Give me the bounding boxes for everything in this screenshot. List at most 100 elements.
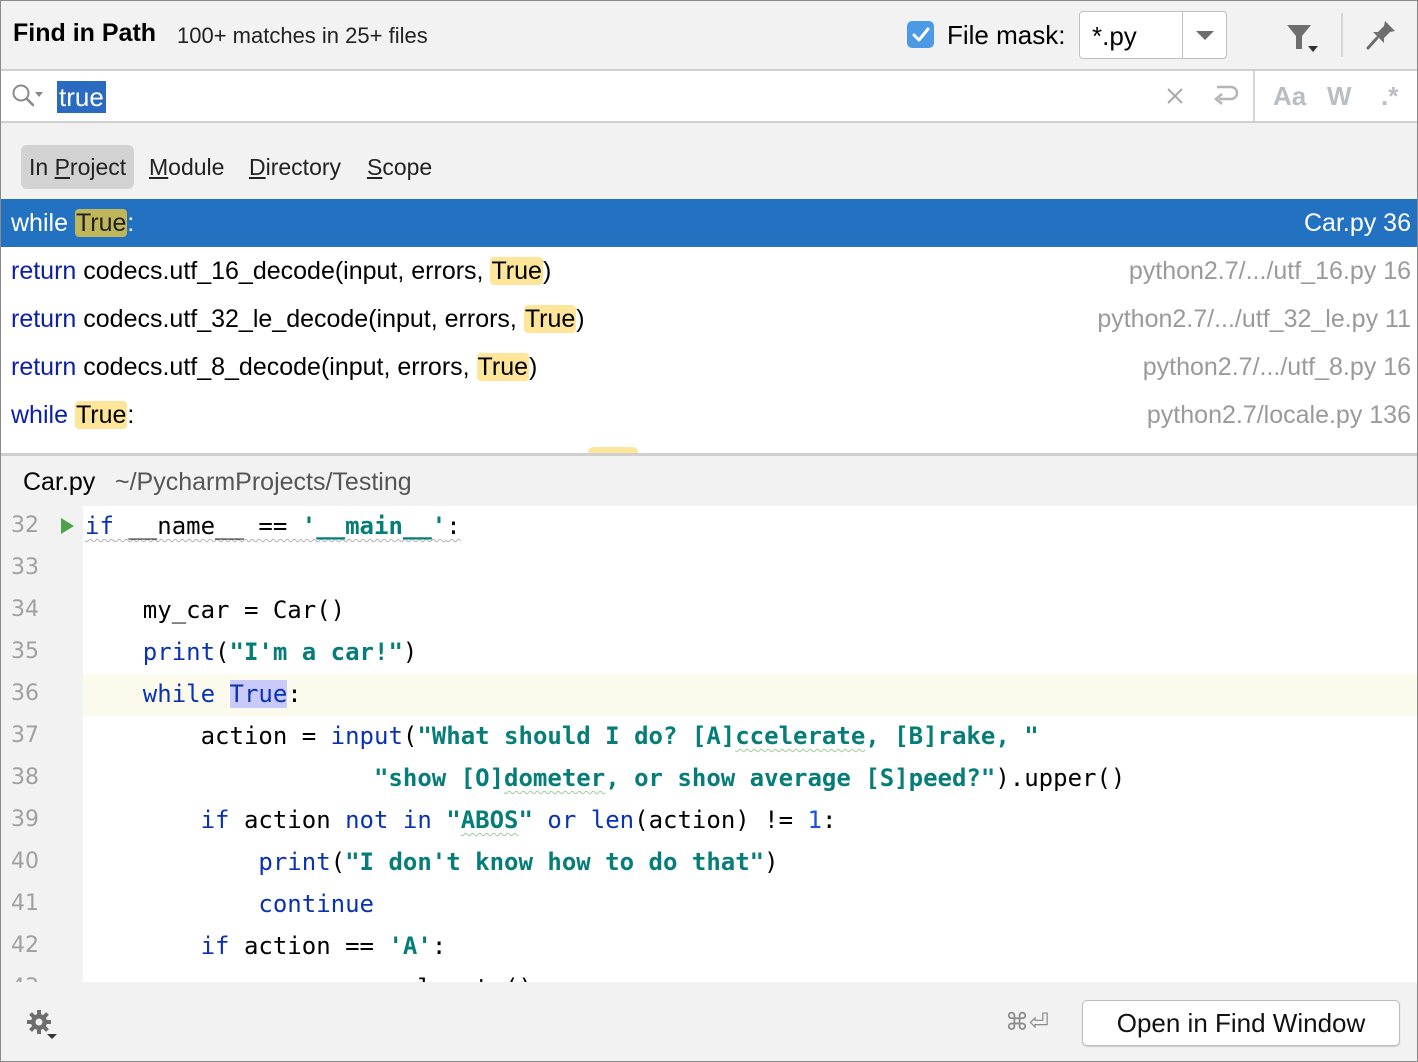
result-row[interactable]: while True: python2.7/locale.py 136	[1, 391, 1417, 439]
open-in-find-window-button[interactable]: Open in Find Window	[1082, 1000, 1400, 1046]
tab-module[interactable]: Module	[141, 145, 232, 189]
code-line: 35 print("I'm a car!")	[1, 632, 1417, 674]
code-token: continue	[258, 890, 374, 918]
open-shortcut-hint: ⌘⏎	[1005, 1009, 1050, 1036]
filter-button[interactable]	[1283, 19, 1323, 55]
dialog-title: Find in Path	[13, 19, 157, 47]
preview-header: Car.py ~/PycharmProjects/Testing	[1, 456, 1417, 506]
code-token: if	[85, 512, 114, 540]
code-token: my_car = Car()	[85, 596, 346, 624]
line-number: 32	[11, 513, 39, 538]
file-mask-checkbox[interactable]	[907, 21, 934, 48]
code-token: , [B]rake, "	[865, 722, 1039, 750]
search-history-button[interactable]	[11, 83, 47, 109]
code-text: if action == 'A':	[85, 932, 447, 960]
result-text: codecs.utf_16_decode(input, errors,	[76, 257, 491, 285]
result-text: )	[576, 305, 585, 333]
code-token: or	[547, 806, 577, 834]
code-token: action	[229, 806, 346, 834]
run-icon[interactable]	[61, 518, 74, 534]
result-match-highlight: True	[523, 305, 577, 333]
code-token: action =	[85, 722, 331, 750]
code-text: if action not in "ABOS" or len(action) !…	[85, 806, 837, 834]
code-token: "	[446, 806, 461, 834]
result-text: )	[529, 353, 538, 381]
whole-words-toggle[interactable]: W	[1327, 81, 1352, 112]
code-token: '__main__'	[301, 512, 447, 540]
tab-mnemonic: P	[54, 154, 70, 180]
match-case-toggle[interactable]: Aa	[1273, 81, 1306, 112]
search-separator	[1253, 71, 1255, 121]
line-number: 41	[11, 891, 39, 916]
result-text: )	[542, 257, 552, 285]
tab-mnemonic: M	[149, 154, 169, 180]
code-token: (	[215, 638, 230, 666]
result-row[interactable]: return codecs.utf_32_le_decode(input, er…	[1, 295, 1417, 343]
result-text: codecs.utf_8_decode(input, errors,	[76, 353, 477, 381]
code-token: action ==	[229, 932, 389, 960]
file-mask-value[interactable]: *.py	[1092, 21, 1137, 52]
result-snippet: return codecs.utf_8_decode(input, errors…	[11, 343, 537, 391]
result-keyword: return	[11, 257, 77, 285]
results-list[interactable]: while True: Car.py 36 return codecs.utf_…	[1, 199, 1417, 453]
result-snippet: while True:	[11, 199, 134, 247]
tab-mnemonic: S	[367, 154, 383, 180]
tab-directory[interactable]: Directory	[241, 145, 349, 189]
line-number: 40	[11, 849, 39, 874]
result-keyword: return	[11, 305, 77, 333]
result-text: :	[127, 209, 135, 237]
line-number: 33	[11, 555, 39, 580]
code-preview[interactable]: 32 if __name__ == '__main__': 33 34 my_car …	[1, 506, 1417, 982]
tab-label: In	[29, 154, 55, 180]
result-text: codecs.utf_32_le_decode(input, errors,	[76, 305, 524, 333]
tab-label: roject	[69, 154, 127, 180]
search-input[interactable]: true	[57, 81, 106, 113]
regex-toggle[interactable]: .*	[1381, 81, 1398, 112]
result-keyword: while	[11, 209, 68, 237]
result-location: python2.7/.../utf_8.py 16	[1142, 353, 1411, 381]
dialog-footer: ⌘⏎ Open in Find Window	[1, 982, 1417, 1061]
code-line: 39 if action not in "ABOS" or len(action…	[1, 800, 1417, 842]
result-snippet: return codecs.utf_16_decode(input, error…	[11, 247, 551, 295]
line-number: 39	[11, 807, 39, 832]
code-token: ).upper()	[995, 764, 1126, 792]
tab-scope[interactable]: Scope	[359, 145, 440, 189]
result-row[interactable]: return codecs.utf_8_decode(input, errors…	[1, 343, 1417, 391]
settings-button[interactable]	[25, 1008, 59, 1042]
code-token: "I'm a car!"	[229, 638, 403, 666]
code-token: not in	[345, 806, 432, 834]
line-number: 38	[11, 765, 39, 790]
code-token: True	[229, 680, 288, 708]
result-row[interactable]: while True: Car.py 36	[1, 199, 1417, 247]
pin-button[interactable]	[1363, 17, 1399, 53]
file-mask-combobox[interactable]: *.py	[1079, 11, 1227, 59]
result-text	[68, 209, 75, 237]
code-token: print	[142, 638, 216, 666]
checkmark-icon	[912, 27, 929, 41]
code-line: 33	[1, 548, 1417, 590]
code-token: :	[287, 680, 302, 708]
file-mask-dropdown-button[interactable]	[1182, 12, 1227, 58]
code-token: len	[590, 806, 635, 834]
line-number: 42	[11, 933, 39, 958]
clear-search-button[interactable]	[1163, 83, 1187, 109]
new-line-button[interactable]	[1211, 83, 1241, 109]
code-line: 40 print("I don't know how to do that")	[1, 842, 1417, 884]
find-in-path-dialog: Find in Path 100+ matches in 25+ files F…	[0, 0, 1418, 1062]
tab-label: irectory	[265, 154, 342, 180]
result-row[interactable]: return codecs.utf_16_decode(input, error…	[1, 247, 1417, 295]
code-token: :	[446, 512, 461, 540]
code-token: )	[402, 638, 418, 666]
code-line: 34 my_car = Car()	[1, 590, 1417, 632]
code-token: input	[330, 722, 403, 750]
code-text: print("I don't know how to do that")	[85, 848, 778, 876]
tab-in-project[interactable]: In Project	[21, 145, 135, 189]
result-match-highlight: True	[476, 353, 530, 381]
